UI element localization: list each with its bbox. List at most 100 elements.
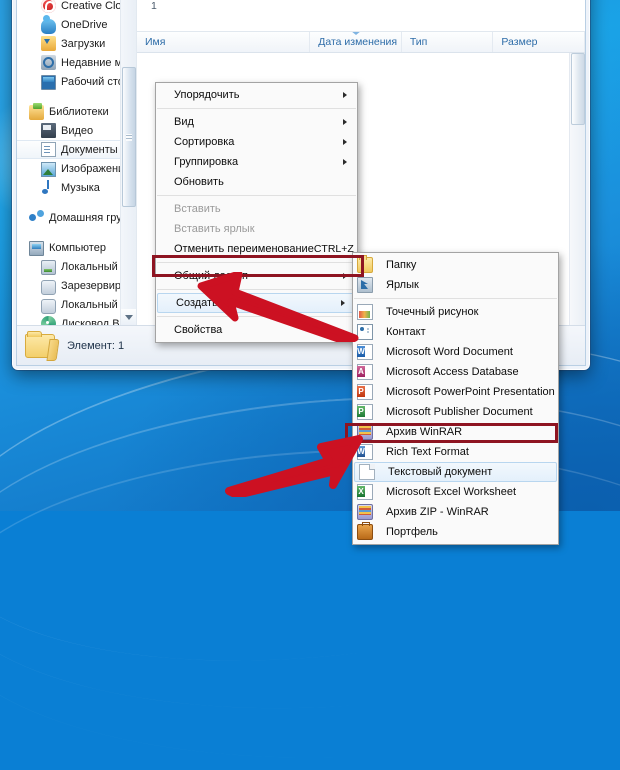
menu-item-label: Создать: [176, 297, 218, 309]
menu-item-точечный-рисунок[interactable]: Точечный рисунок: [353, 302, 558, 322]
library-header: Библиотека "Документы" 1 Упорядочить: Па…: [137, 0, 585, 31]
documents-library-icon: [41, 142, 56, 157]
menu-item-microsoft-word-document[interactable]: Microsoft Word Document: [353, 342, 558, 362]
nav-item-загрузки[interactable]: Загрузки: [17, 34, 120, 53]
recent-places-icon: [41, 55, 56, 70]
file-list-scrollbar[interactable]: [569, 53, 585, 325]
context-menu[interactable]: Упорядочить Вид Сортировка Группировка Обнов…: [155, 82, 358, 343]
menu-item-отменить-переименование[interactable]: Отменить переименование CTRL+Z: [156, 239, 357, 259]
create-submenu[interactable]: Папку Ярлык Точечный рисунок Контакт Microso…: [352, 252, 559, 545]
menu-separator: [157, 289, 356, 290]
menu-item-архив-zip-winrar[interactable]: Архив ZIP - WinRAR: [353, 502, 558, 522]
menu-item-вид[interactable]: Вид: [156, 112, 357, 132]
status-text: Элемент: 1: [67, 339, 125, 352]
menu-item-label: Портфель: [386, 526, 438, 538]
nav-item-onedrive[interactable]: OneDrive: [17, 14, 120, 34]
nav-item-label: Музыка: [61, 181, 100, 194]
menu-item-microsoft-powerpoint-presentation[interactable]: Microsoft PowerPoint Presentation: [353, 382, 558, 402]
nav-item-музыка[interactable]: Музыка: [17, 178, 120, 197]
menu-item-обновить[interactable]: Обновить: [156, 172, 357, 192]
sort-ascending-icon: [350, 32, 361, 35]
nav-item-дисковод-bd-ro[interactable]: Дисковод BD-RO: [17, 314, 136, 325]
nav-item-creative-cloud-fi[interactable]: Creative Cloud Fi: [17, 0, 136, 15]
menu-separator: [157, 195, 356, 196]
menu-item-свойства[interactable]: Свойства: [156, 320, 357, 340]
menu-item-label: Rich Text Format: [386, 446, 469, 458]
menu-item-label: Microsoft Word Document: [386, 346, 513, 358]
menu-item-microsoft-access-database[interactable]: Microsoft Access Database: [353, 362, 558, 382]
nav-group-домашняя-группа[interactable]: Домашняя группа: [17, 208, 136, 227]
menu-item-общий-доступ[interactable]: Общий доступ: [156, 266, 357, 286]
menu-item-label: Microsoft PowerPoint Presentation: [386, 386, 555, 398]
nav-item-локальный-диск[interactable]: Локальный диск: [17, 295, 136, 314]
library-subtitle: 1: [151, 0, 157, 12]
menu-item-rich-text-format[interactable]: Rich Text Format: [353, 442, 558, 462]
scrollbar-thumb[interactable]: [571, 53, 585, 125]
menu-item-папку[interactable]: Папку: [353, 255, 558, 275]
menu-item-упорядочить[interactable]: Упорядочить: [156, 85, 357, 105]
column-label: Имя: [145, 36, 166, 48]
menu-item-label: Архив WinRAR: [386, 426, 463, 438]
desktop-icon: [41, 75, 56, 90]
menu-item-группировка[interactable]: Группировка: [156, 152, 357, 172]
briefcase-icon: [357, 522, 373, 540]
menu-item-сортировка[interactable]: Сортировка: [156, 132, 357, 152]
local-disk-plain-icon: [41, 298, 56, 314]
column-header-name[interactable]: Имя: [137, 32, 311, 52]
zip-archive-icon: [357, 504, 373, 520]
nav-item-label: Документы: [61, 143, 118, 156]
chevron-down-icon: [125, 314, 133, 320]
column-label: Размер: [501, 36, 538, 48]
chevron-right-icon: [343, 119, 347, 125]
menu-item-создать[interactable]: Создать: [157, 293, 356, 313]
nav-item-документы[interactable]: Документы: [17, 140, 120, 159]
nav-group-компьютер[interactable]: Компьютер: [17, 238, 120, 257]
menu-item-label: Контакт: [386, 326, 426, 338]
scroll-down-button[interactable]: [121, 309, 136, 325]
menu-separator: [157, 108, 356, 109]
column-label: Тип: [409, 36, 428, 48]
nav-item-рабочий-стол[interactable]: Рабочий стол: [17, 72, 130, 91]
nav-item-видео[interactable]: Видео: [17, 121, 120, 140]
column-header-type[interactable]: Тип: [402, 32, 494, 52]
chevron-right-icon: [343, 92, 347, 98]
column-headers: Имя Дата изменения Тип Размер: [137, 31, 585, 53]
local-disk-icon: [41, 260, 56, 275]
nav-group-spacer: [17, 227, 120, 238]
powerpoint-icon: [357, 384, 373, 400]
navigation-scrollbar[interactable]: [120, 0, 136, 325]
menu-item-label: Вставить ярлык: [174, 223, 255, 235]
menu-item-label: Текстовый документ: [388, 466, 493, 478]
nav-item-зарезервирован[interactable]: Зарезервирован: [17, 276, 136, 295]
scrollbar-thumb[interactable]: [122, 67, 136, 207]
menu-item-label: Упорядочить: [174, 89, 240, 101]
nav-item-недавние-места[interactable]: Недавние места: [17, 53, 136, 72]
chevron-right-icon: [341, 300, 345, 306]
nav-group-label: Библиотеки: [49, 105, 109, 118]
nav-group-библиотеки[interactable]: Библиотеки: [17, 102, 120, 121]
menu-item-microsoft-excel-worksheet[interactable]: Microsoft Excel Worksheet: [353, 482, 558, 502]
winrar-archive-icon: [357, 424, 373, 440]
menu-item-label: Вставить: [174, 203, 221, 215]
creative-cloud-icon: [41, 0, 56, 13]
menu-item-label: Группировка: [174, 156, 239, 168]
menu-separator: [157, 316, 356, 317]
contact-icon: [357, 324, 373, 340]
menu-item-label: Общий доступ: [174, 270, 248, 282]
navigation-pane: ИзбранноеCreative Cloud FiOneDriveЗагруз…: [17, 0, 137, 325]
menu-item-архив-winrar[interactable]: Архив WinRAR: [353, 422, 558, 442]
nav-item-локальный-диск[interactable]: Локальный диск: [17, 257, 136, 276]
column-header-date[interactable]: Дата изменения: [310, 32, 402, 52]
column-header-size[interactable]: Размер: [493, 32, 585, 52]
folder-icon: [357, 255, 373, 273]
menu-item-microsoft-publisher-document[interactable]: Microsoft Publisher Document: [353, 402, 558, 422]
libraries-icon: [29, 103, 44, 120]
rich-text-icon: [357, 444, 373, 460]
menu-item-ярлык[interactable]: Ярлык: [353, 275, 558, 295]
computer-icon: [29, 241, 44, 256]
column-label: Дата изменения: [318, 36, 398, 48]
nav-item-изображения[interactable]: Изображения: [17, 159, 130, 178]
menu-item-портфель[interactable]: Портфель: [353, 522, 558, 542]
menu-item-текстовый-документ[interactable]: Текстовый документ: [354, 462, 557, 482]
menu-item-контакт[interactable]: Контакт: [353, 322, 558, 342]
